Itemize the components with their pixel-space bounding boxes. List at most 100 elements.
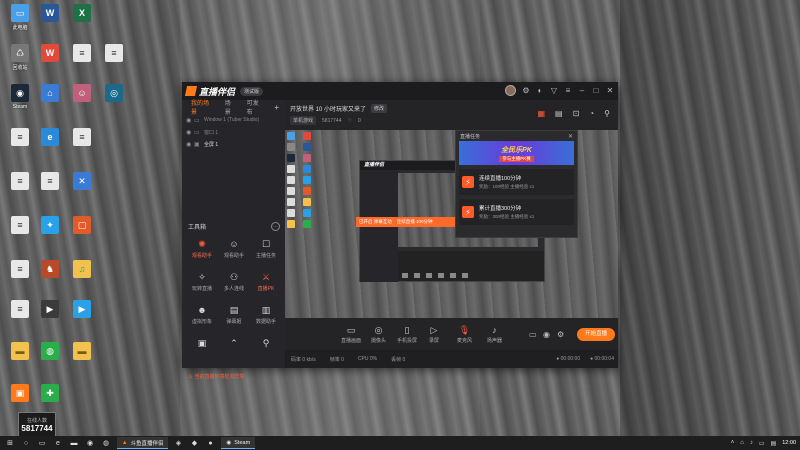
tab-scene[interactable]: 场景 <box>225 98 237 116</box>
shop-icon[interactable]: ▤ <box>555 109 563 118</box>
tool-item[interactable]: ☻ 虚拟形象 <box>186 304 218 331</box>
tool-item[interactable]: ☺ 观看助手 <box>218 238 250 265</box>
tab-my-scene[interactable]: 我的场景 <box>191 98 215 116</box>
wechat-icon[interactable]: ◍ <box>100 438 112 448</box>
mic-button[interactable]: 🎙 麦克风 <box>457 325 472 344</box>
camera-toggle-icon[interactable]: ▭ <box>529 330 537 339</box>
folder-icon[interactable]: ▬ <box>68 438 80 448</box>
left-warning[interactable]: ⚠ 当前直播环境检测异常 <box>188 373 245 381</box>
network-icon[interactable]: ⌂ <box>740 440 744 446</box>
volume-icon[interactable]: ♪ <box>750 440 753 446</box>
more-icon[interactable]: … <box>271 222 280 231</box>
windows-start-icon[interactable]: ⊞ <box>4 438 16 448</box>
add-scene-icon[interactable]: + <box>274 103 279 112</box>
eye-icon[interactable]: ◉ <box>186 117 194 124</box>
tool-item[interactable]: ✺ 观看助手 <box>186 238 218 265</box>
desktop-icon-game[interactable]: ♞ <box>34 260 66 296</box>
skin-icon[interactable]: ◐ <box>536 86 544 95</box>
desktop-icon-tv[interactable]: ▢ <box>66 216 98 252</box>
minimize-icon[interactable]: – <box>578 86 586 95</box>
source-row[interactable]: ◉ ▣ 全屏 1 <box>182 138 285 150</box>
avatar[interactable] <box>505 85 516 96</box>
desktop-icon-qqmusic[interactable]: ♫ <box>66 260 98 296</box>
desktop-icon-anime[interactable]: ☺ <box>66 84 98 120</box>
record-button[interactable]: ▷ 录屏 <box>429 325 439 344</box>
eye-icon[interactable]: ◉ <box>186 129 194 136</box>
desktop-icon-steam[interactable]: ◉ Steam <box>4 84 36 120</box>
desktop-icon-folder[interactable]: ▬ <box>4 342 36 378</box>
desktop-icon-doc-3[interactable]: ≡ <box>4 216 36 252</box>
desktop-icon-doc-8[interactable]: ≡ <box>66 128 98 164</box>
tool-item[interactable]: ▣ <box>186 337 218 364</box>
edge-icon[interactable]: e <box>52 438 64 448</box>
desktop-icon-doc-9[interactable]: ≡ <box>98 44 130 80</box>
chevron-up-icon[interactable]: ˄ <box>731 440 735 446</box>
screen-button[interactable]: ▭ 直播画面 <box>341 325 361 344</box>
desktop-icon-wechat[interactable]: ◍ <box>34 342 66 378</box>
gift-icon[interactable]: ▦ <box>537 109 545 118</box>
app-icon[interactable]: ◈ <box>172 438 184 448</box>
battery-icon[interactable]: ▭ <box>759 440 765 447</box>
desktop-icon-browser[interactable]: ◎ <box>98 84 130 120</box>
taskbar-task[interactable]: ▲ 斗鱼直播伴侣 <box>117 437 169 449</box>
desktop-icon-doc-5[interactable]: ≡ <box>4 300 36 336</box>
share-icon[interactable]: ⚲ <box>604 109 610 118</box>
speaker-button[interactable]: ♪ 扬声器 <box>487 325 502 344</box>
version-pill[interactable]: 测试版 <box>240 86 264 96</box>
desktop-icon-doc-7[interactable]: ≡ <box>66 44 98 80</box>
desktop-icon-doc-1[interactable]: ≡ <box>4 128 36 164</box>
pk-banner[interactable]: 全民乐PK 参与主播PK赛 <box>459 141 574 165</box>
tool-item[interactable]: ☐ 主播任务 <box>250 238 282 265</box>
taskbar-task[interactable]: ◉ Steam <box>221 437 256 449</box>
edit-title-button[interactable]: 修改 <box>371 104 388 113</box>
desktop-icon-player[interactable]: ▶ <box>66 300 98 336</box>
desktop-icon-edge[interactable]: e <box>34 128 66 164</box>
cart-icon[interactable]: ⊡ <box>573 109 580 118</box>
camera-button[interactable]: ◎ 摄像头 <box>371 325 386 344</box>
desktop-icon-video[interactable]: ▶ <box>34 300 66 336</box>
category-tag[interactable]: 单机游戏 <box>290 116 317 125</box>
eye-icon[interactable]: ◉ <box>543 330 550 339</box>
bell-icon[interactable]: ◔ <box>589 109 594 118</box>
desktop-icon-bluebird[interactable]: ✦ <box>34 216 66 252</box>
desktop-icon-computer[interactable]: ▭ 此电脑 <box>4 4 36 40</box>
settings-icon[interactable]: ⚙ <box>557 330 564 339</box>
settings-icon[interactable]: ⚙ <box>522 86 530 95</box>
desktop-icon-doc-4[interactable]: ≡ <box>4 260 36 296</box>
shirt-icon[interactable]: ▽ <box>550 86 558 95</box>
tool-item[interactable]: ✧ 玩转直播 <box>186 271 218 298</box>
taskbar-clock[interactable]: 12:00 <box>782 440 796 446</box>
desktop-icon-word[interactable]: W <box>34 4 66 40</box>
close-icon[interactable]: ✕ <box>606 86 614 95</box>
desktop-icon-recycle[interactable]: ♺ 回收站 <box>4 44 36 80</box>
desktop-icon-doc-2[interactable]: ≡ <box>4 172 36 208</box>
eye-icon[interactable]: ◉ <box>186 141 194 148</box>
start-live-button[interactable]: 开始直播 <box>577 328 615 341</box>
close-icon[interactable]: ✕ <box>568 133 573 140</box>
tool-item[interactable]: ⌃ <box>218 337 250 364</box>
task-item[interactable]: ⚡ 连续直播100分钟 奖励：100经验 主播经验 x1 <box>459 169 574 195</box>
tool-item[interactable]: ▥ 数据助手 <box>250 304 282 331</box>
desktop-icon-folder-2[interactable]: ▬ <box>66 342 98 378</box>
search-icon[interactable]: ○ <box>20 438 32 448</box>
tool-item[interactable]: ⚔ 直播PK <box>250 271 282 298</box>
task-view-icon[interactable]: ▭ <box>36 438 48 448</box>
tool-item[interactable]: ⚲ <box>250 337 282 364</box>
app-icon[interactable]: ● <box>204 438 216 448</box>
desktop-icon-excel[interactable]: X <box>66 4 98 40</box>
tool-item[interactable]: ⚇ 多人连线 <box>218 271 250 298</box>
desktop-icon-doc-6[interactable]: ≡ <box>34 172 66 208</box>
app-icon[interactable]: ◆ <box>188 438 200 448</box>
stream-preview[interactable]: 直播伴侣 已开启 弹幕互动 连续直播 100分钟 直播任务 ✕ 全民乐PK 参与… <box>285 130 618 318</box>
tool-item[interactable]: ▤ 弹幕姬 <box>218 304 250 331</box>
desktop-icon-network[interactable]: ⌂ <box>34 84 66 120</box>
menu-icon[interactable]: ≡ <box>564 86 572 95</box>
notification-icon[interactable]: ▤ <box>771 440 777 447</box>
desktop-icon-wps[interactable]: W <box>34 44 66 80</box>
desktop-icon-feishu[interactable]: ✕ <box>66 172 98 208</box>
phone-cast-button[interactable]: ▯ 手机投屏 <box>397 325 417 344</box>
steam-icon[interactable]: ◉ <box>84 438 96 448</box>
tab-publishable[interactable]: 可发布 <box>247 98 265 116</box>
maximize-icon[interactable]: □ <box>592 86 600 95</box>
task-item[interactable]: ⚡ 累计直播300分钟 奖励：300经验 主播经验 x1 <box>459 199 574 225</box>
